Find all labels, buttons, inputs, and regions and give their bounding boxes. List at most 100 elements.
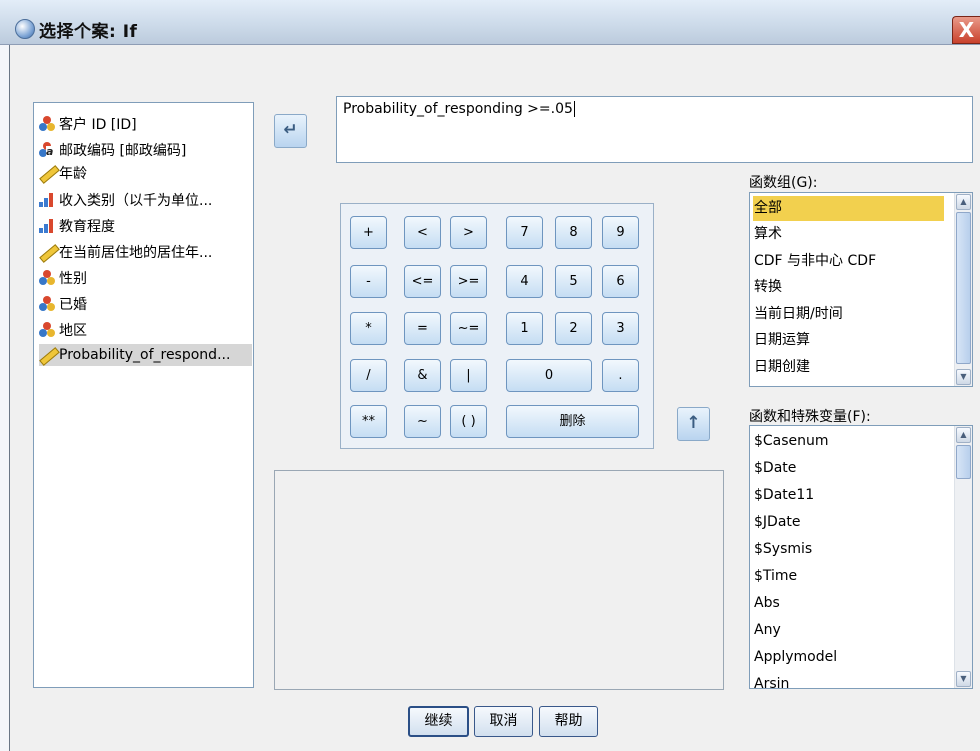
text-cursor bbox=[573, 101, 575, 117]
function-group-list[interactable]: 全部 算术 CDF 与非中心 CDF 转换 当前日期/时间 日期运算 日期创建 … bbox=[749, 192, 973, 387]
cancel-button[interactable]: 取消 bbox=[474, 706, 533, 737]
key-decimal[interactable]: . bbox=[602, 359, 639, 392]
key-greater-than[interactable]: > bbox=[450, 216, 487, 249]
key-0[interactable]: 0 bbox=[506, 359, 592, 392]
key-9[interactable]: 9 bbox=[602, 216, 639, 249]
function-item[interactable]: Abs bbox=[753, 591, 780, 616]
nominal-icon bbox=[39, 116, 55, 132]
expression-input[interactable]: Probability_of_responding >=.05 bbox=[336, 96, 973, 163]
nominal-icon bbox=[39, 322, 55, 338]
scale-icon bbox=[39, 165, 60, 184]
key-multiply[interactable]: * bbox=[350, 312, 387, 345]
variable-item[interactable]: 年龄 bbox=[39, 162, 252, 184]
function-group-scrollbar[interactable]: ▲ ▼ bbox=[954, 193, 972, 386]
function-group-item[interactable]: 日期创建 bbox=[753, 355, 810, 380]
variable-item[interactable]: 在当前居住地的居住年... bbox=[39, 241, 252, 263]
scroll-down-arrow-icon[interactable]: ▼ bbox=[956, 671, 971, 687]
function-item[interactable]: $Date bbox=[753, 456, 796, 481]
function-group-label: 函数组(G): bbox=[749, 175, 818, 191]
key-divide[interactable]: / bbox=[350, 359, 387, 392]
function-item[interactable]: Any bbox=[753, 618, 781, 643]
insert-function-button[interactable]: ↑ bbox=[677, 407, 710, 441]
function-item[interactable]: $Time bbox=[753, 564, 797, 589]
variable-item[interactable]: 教育程度 bbox=[39, 215, 252, 237]
key-4[interactable]: 4 bbox=[506, 265, 543, 298]
variable-item[interactable]: a 邮政编码 [邮政编码] bbox=[39, 139, 252, 161]
key-1[interactable]: 1 bbox=[506, 312, 543, 345]
function-group-item[interactable]: CDF 与非中心 CDF bbox=[753, 249, 876, 274]
key-6[interactable]: 6 bbox=[602, 265, 639, 298]
variable-item[interactable]: 客户 ID [ID] bbox=[39, 113, 252, 135]
scale-icon bbox=[39, 244, 60, 263]
scroll-thumb[interactable] bbox=[956, 445, 971, 479]
key-5[interactable]: 5 bbox=[555, 265, 592, 298]
key-and[interactable]: & bbox=[404, 359, 441, 392]
function-group-item-selected[interactable]: 全部 bbox=[753, 196, 944, 221]
key-8[interactable]: 8 bbox=[555, 216, 592, 249]
function-item[interactable]: Applymodel bbox=[753, 645, 837, 670]
ordinal-icon bbox=[39, 218, 55, 234]
variable-label: 邮政编码 [邮政编码] bbox=[59, 143, 187, 159]
window-title: 选择个案: If bbox=[39, 22, 138, 42]
scroll-up-arrow-icon[interactable]: ▲ bbox=[956, 194, 971, 210]
variable-label: 客户 ID [ID] bbox=[59, 117, 137, 133]
key-greater-equal[interactable]: >= bbox=[450, 265, 487, 298]
variable-label: 地区 bbox=[59, 323, 87, 339]
functions-list[interactable]: $Casenum $Date $Date11 $JDate $Sysmis $T… bbox=[749, 425, 973, 689]
key-less-than[interactable]: < bbox=[404, 216, 441, 249]
up-arrow-icon: ↑ bbox=[686, 413, 701, 433]
nominal-icon bbox=[39, 270, 55, 286]
string-nominal-icon: a bbox=[39, 142, 57, 158]
function-item[interactable]: $Sysmis bbox=[753, 537, 812, 562]
key-2[interactable]: 2 bbox=[555, 312, 592, 345]
variable-item[interactable]: 已婚 bbox=[39, 293, 252, 315]
calculator-keypad: + < > 7 8 9 - <= >= 4 5 6 * = ~= 1 2 3 /… bbox=[340, 203, 654, 449]
ordinal-icon bbox=[39, 192, 55, 208]
function-item[interactable]: $JDate bbox=[753, 510, 801, 535]
variable-label: 收入类别（以千为单位... bbox=[59, 193, 213, 209]
key-less-equal[interactable]: <= bbox=[404, 265, 441, 298]
variable-item[interactable]: 收入类别（以千为单位... bbox=[39, 189, 252, 211]
variable-label: 在当前居住地的居住年... bbox=[59, 245, 213, 261]
function-description-area bbox=[274, 470, 724, 690]
key-plus[interactable]: + bbox=[350, 216, 387, 249]
expression-text: Probability_of_responding >=.05 bbox=[343, 101, 573, 117]
function-group-item[interactable]: 当前日期/时间 bbox=[753, 302, 843, 327]
variable-label: 性别 bbox=[59, 271, 87, 287]
key-delete[interactable]: 删除 bbox=[506, 405, 639, 438]
close-button[interactable]: X bbox=[952, 16, 980, 44]
scroll-up-arrow-icon[interactable]: ▲ bbox=[956, 427, 971, 443]
continue-button[interactable]: 继续 bbox=[408, 706, 469, 737]
key-power[interactable]: ** bbox=[350, 405, 387, 438]
function-item[interactable]: Arsin bbox=[753, 672, 789, 688]
scroll-thumb[interactable] bbox=[956, 212, 971, 364]
variable-label: 教育程度 bbox=[59, 219, 115, 235]
scale-icon bbox=[39, 347, 60, 366]
key-minus[interactable]: - bbox=[350, 265, 387, 298]
variable-item-selected[interactable]: Probability_of_respond... bbox=[39, 344, 252, 366]
title-bar[interactable]: 选择个案: If X bbox=[0, 0, 980, 45]
key-not[interactable]: ~ bbox=[404, 405, 441, 438]
key-or[interactable]: | bbox=[450, 359, 487, 392]
functions-scrollbar[interactable]: ▲ ▼ bbox=[954, 426, 972, 688]
key-3[interactable]: 3 bbox=[602, 312, 639, 345]
variable-list[interactable]: 客户 ID [ID] a 邮政编码 [邮政编码] 年龄 收入类别（以千为单位..… bbox=[33, 102, 254, 688]
help-button[interactable]: 帮助 bbox=[539, 706, 598, 737]
move-to-expression-button[interactable]: ↵ bbox=[274, 114, 307, 148]
scroll-down-arrow-icon[interactable]: ▼ bbox=[956, 369, 971, 385]
variable-item[interactable]: 性别 bbox=[39, 267, 252, 289]
key-not-equal[interactable]: ~= bbox=[450, 312, 487, 345]
app-globe-icon bbox=[15, 19, 35, 39]
variable-label: 年龄 bbox=[59, 166, 87, 182]
key-parentheses[interactable]: ( ) bbox=[450, 405, 487, 438]
select-cases-if-dialog: 选择个案: If X 客户 ID [ID] a 邮政编码 [邮政编码] 年龄 收… bbox=[0, 0, 980, 751]
functions-label: 函数和特殊变量(F): bbox=[749, 409, 871, 425]
key-7[interactable]: 7 bbox=[506, 216, 543, 249]
function-group-item[interactable]: 转换 bbox=[753, 275, 782, 300]
variable-item[interactable]: 地区 bbox=[39, 319, 252, 341]
function-group-item[interactable]: 算术 bbox=[753, 222, 782, 247]
key-equal[interactable]: = bbox=[404, 312, 441, 345]
function-item[interactable]: $Casenum bbox=[753, 429, 829, 454]
function-item[interactable]: $Date11 bbox=[753, 483, 814, 508]
function-group-item[interactable]: 日期运算 bbox=[753, 328, 810, 353]
